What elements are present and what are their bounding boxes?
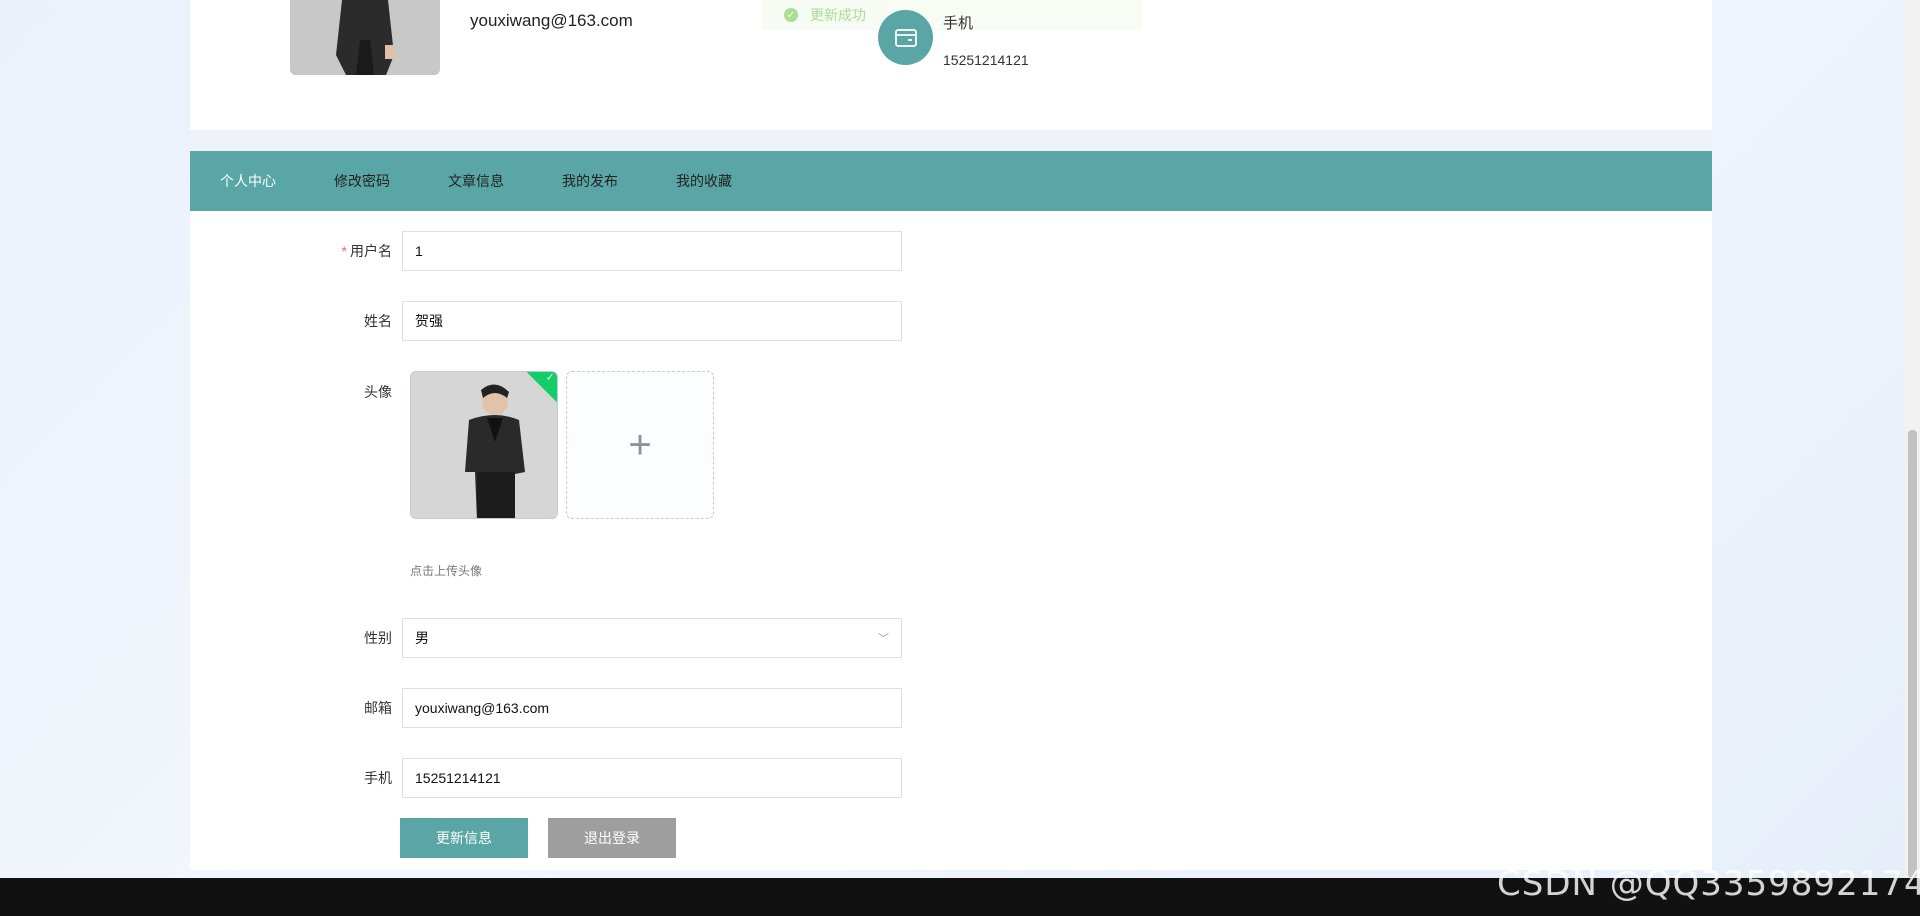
chevron-down-icon: ﹀ [878, 633, 889, 645]
upload-tip: 点击上传头像 [410, 564, 483, 578]
username-row: * 用户名 1 [300, 231, 902, 271]
email-input[interactable]: youxiwang@163.com [402, 688, 902, 728]
user-nav-bar: 个人中心 修改密码 文章信息 我的发布 我的收藏 [190, 151, 1712, 211]
gender-value: 男 [415, 630, 429, 646]
check-circle-icon: ✓ [784, 8, 798, 22]
watermark: CSDN @QQ3359892174 [1497, 864, 1920, 904]
profile-email: youxiwang@163.com [470, 11, 633, 30]
avatar-preview[interactable]: ✓ [410, 371, 558, 519]
wallet-icon [878, 10, 933, 65]
username-label: * 用户名 [341, 243, 392, 259]
toast-message: 更新成功 [810, 7, 866, 23]
phone-label: 手机 [364, 770, 392, 786]
gender-select[interactable]: 男 ﹀ [402, 618, 902, 658]
update-info-button[interactable]: 更新信息 [400, 818, 528, 858]
profile-photo [290, 0, 440, 75]
section-divider [190, 130, 1712, 151]
plus-icon[interactable]: + [566, 371, 714, 519]
avatar-label: 头像 [364, 384, 392, 400]
username-input[interactable]: 1 [402, 231, 902, 271]
name-row: 姓名 贺强 [300, 301, 902, 341]
name-label: 姓名 [364, 313, 392, 329]
email-label: 邮箱 [364, 700, 392, 716]
phone-value: 15251214121 [943, 52, 1029, 68]
email-row: 邮箱 youxiwang@163.com [300, 688, 902, 728]
nav-item-change-password[interactable]: 修改密码 [334, 171, 390, 191]
phone-title: 手机 [943, 15, 974, 32]
logout-button[interactable]: 退出登录 [548, 818, 676, 858]
nav-item-profile[interactable]: 个人中心 [220, 171, 276, 191]
nav-item-favorites[interactable]: 我的收藏 [676, 171, 732, 191]
nav-item-my-posts[interactable]: 我的发布 [562, 171, 618, 191]
phone-row: 手机 15251214121 [300, 758, 902, 798]
nav-item-articles[interactable]: 文章信息 [448, 171, 504, 191]
gender-row: 性别 男 ﹀ [300, 618, 902, 658]
scrollbar-thumb[interactable] [1908, 430, 1917, 878]
name-input[interactable]: 贺强 [402, 301, 902, 341]
gender-label: 性别 [364, 630, 392, 646]
phone-input[interactable]: 15251214121 [402, 758, 902, 798]
